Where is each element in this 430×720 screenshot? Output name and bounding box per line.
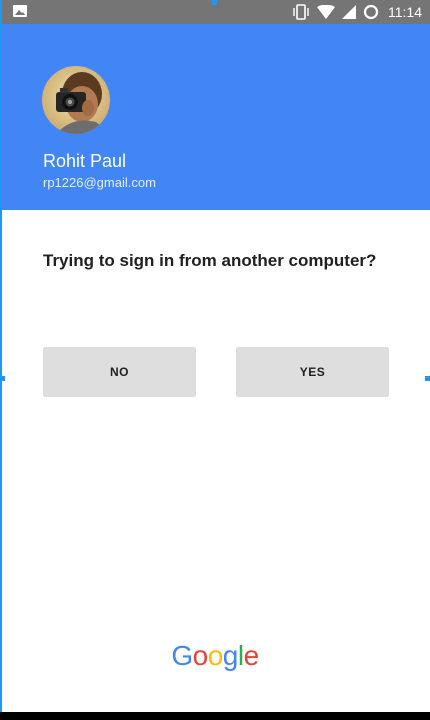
status-icons: 11:14 (292, 0, 422, 24)
screen: 11:14 Rohit Paul rp1226@gmail.com Trying… (0, 0, 430, 720)
wifi-icon (317, 5, 335, 19)
google-logo-letter: o (207, 640, 224, 671)
google-logo-letter: g (222, 640, 239, 671)
navigation-bar (0, 712, 430, 720)
selection-handle (425, 376, 430, 381)
image-icon (13, 5, 27, 17)
google-logo-letter: e (243, 640, 260, 671)
no-button[interactable]: NO (43, 347, 196, 397)
avatar (42, 66, 110, 134)
profile-photo (42, 66, 110, 134)
google-logo-letter: o (192, 640, 209, 671)
yes-button[interactable]: YES (236, 347, 389, 397)
status-time: 11:14 (388, 4, 422, 20)
account-header: Rohit Paul rp1226@gmail.com (0, 24, 430, 210)
vibrate-icon (293, 4, 309, 20)
data-saver-icon (363, 4, 379, 20)
google-logo-letter: G (171, 640, 193, 671)
selection-handle (212, 0, 217, 5)
sign-in-question: Trying to sign in from another computer? (43, 251, 377, 270)
selection-handle (0, 376, 5, 381)
google-logo: Google (0, 640, 430, 672)
account-name: Rohit Paul (43, 151, 127, 171)
signal-icon (342, 5, 356, 19)
selection-border (0, 0, 2, 712)
account-email: rp1226@gmail.com (43, 175, 156, 190)
